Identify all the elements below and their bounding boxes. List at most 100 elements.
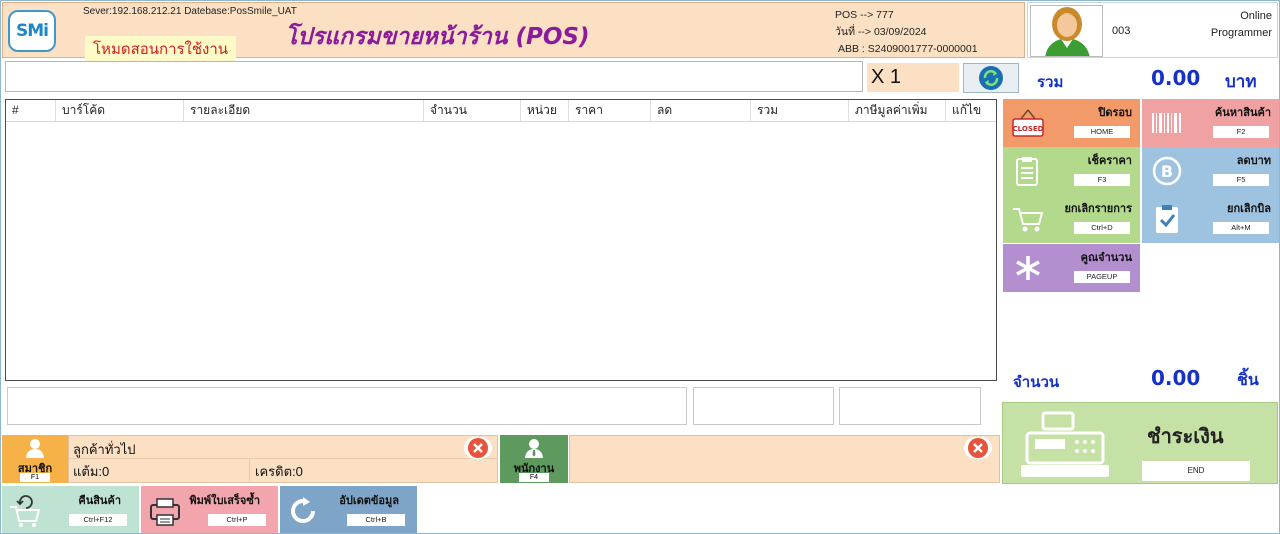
column-header: ลด	[651, 100, 751, 121]
app-title: โปรแกรมขายหน้าร้าน (POS)	[285, 24, 590, 50]
barcode-icon	[1152, 113, 1181, 133]
cash-register-icon	[1021, 411, 1109, 477]
baht-coin-icon: B	[1152, 156, 1182, 186]
reprint-receipt-button[interactable]: พิมพ์ใบเสร็จซ้ำ Ctrl+P	[141, 486, 278, 533]
staff-icon	[525, 439, 543, 458]
check-price-button[interactable]: เช็คราคา F3	[1003, 147, 1140, 195]
closed-sign-icon: CLOSED	[1012, 109, 1044, 137]
staff-panel	[569, 435, 1000, 483]
total-unit: บาท	[1225, 72, 1257, 92]
close-shift-key: HOME	[1074, 126, 1130, 138]
summary-fields	[5, 382, 997, 430]
item-count-label: จำนวน	[1013, 373, 1060, 391]
summary-field	[839, 387, 981, 425]
close-icon	[468, 438, 488, 458]
cancel-item-key: Ctrl+D	[1074, 222, 1130, 234]
abb-number: ABB : S2409001777-0000001	[838, 43, 978, 55]
sync-icon	[291, 497, 316, 524]
total-amount: 0.00	[1151, 66, 1201, 90]
item-count-unit: ชิ้น	[1237, 370, 1259, 389]
close-shift-button[interactable]: CLOSED ปิดรอบ HOME	[1003, 99, 1140, 147]
close-shift-label: ปิดรอบ	[1098, 107, 1132, 119]
svg-text:B: B	[1161, 162, 1173, 181]
total-label: รวม	[1037, 73, 1064, 91]
discount-baht-label: ลดบาท	[1236, 155, 1271, 167]
check-price-label: เช็คราคา	[1087, 155, 1132, 167]
pos-info: POS --> 777 วันที่ --> 03/09/2024 ABB : …	[835, 7, 978, 58]
training-mode-label: โหมดสอนการใช้งาน	[85, 36, 237, 62]
customer-panel: ลูกค้าทั่วไป แต้ม:0 เครดิต:0	[68, 435, 498, 483]
user-code: 003	[1112, 25, 1131, 37]
item-count-panel: จำนวน 0.00 ชิ้น	[1005, 361, 1278, 397]
refresh-button[interactable]	[963, 63, 1019, 93]
user-status: Online	[1240, 10, 1272, 22]
barcode-input[interactable]	[5, 61, 863, 92]
return-product-key: Ctrl+F12	[69, 514, 127, 526]
note-field[interactable]	[7, 387, 687, 425]
search-product-key: F2	[1213, 126, 1269, 138]
update-data-button[interactable]: อัปเดตข้อมูล Ctrl+B	[280, 486, 417, 533]
check-price-key: F3	[1074, 174, 1130, 186]
user-avatar	[1030, 5, 1103, 57]
search-product-label: ค้นหาสินค้า	[1214, 107, 1271, 119]
header-bar: SMi Sever:192.168.212.21 Datebase:PosSmi…	[2, 2, 1025, 62]
discount-baht-key: F5	[1213, 174, 1269, 186]
discount-baht-button[interactable]: B ลดบาท F5	[1142, 147, 1279, 195]
cancel-bill-button[interactable]: ยกเลิกบิล Alt+M	[1142, 195, 1279, 243]
pos-number: POS --> 777	[835, 9, 894, 21]
customer-name: ลูกค้าทั่วไป	[73, 442, 136, 457]
column-header: แก้ไข	[952, 103, 982, 117]
column-header: รวม	[751, 100, 849, 121]
server-info: Sever:192.168.212.21 Datebase:PosSmile_U…	[83, 6, 297, 17]
reprint-receipt-key: Ctrl+P	[208, 514, 266, 526]
items-table[interactable]: # บาร์โค้ด รายละเอียด จำนวน หน่วย ราคา ล…	[5, 99, 997, 381]
smi-logo: SMi	[8, 10, 56, 52]
cancel-bill-key: Alt+M	[1213, 222, 1269, 234]
cancel-bill-label: ยกเลิกบิล	[1227, 203, 1271, 215]
refresh-icon	[979, 66, 1003, 90]
multiply-quantity-key: PAGEUP	[1074, 271, 1130, 283]
multiply-quantity-label: คูณจำนวน	[1080, 252, 1132, 264]
user-panel: 003 Online Programmer	[1027, 2, 1278, 58]
customer-credit: เครดิต:0	[255, 464, 303, 479]
member-icon	[26, 439, 44, 458]
checklist-icon	[1156, 205, 1178, 233]
cancel-item-button[interactable]: ยกเลิกรายการ Ctrl+D	[1003, 195, 1140, 243]
column-header: รายละเอียด	[184, 100, 424, 121]
close-icon	[968, 438, 988, 458]
user-avatar-icon	[1045, 7, 1090, 56]
search-product-button[interactable]: ค้นหาสินค้า F2	[1142, 99, 1279, 147]
closed-sign-text: CLOSED	[1013, 125, 1044, 133]
member-button[interactable]: สมาชิก F1	[2, 435, 68, 483]
clear-customer-button[interactable]	[464, 437, 492, 459]
reprint-receipt-label: พิมพ์ใบเสร็จซ้ำ	[189, 495, 260, 507]
column-header: ราคา	[569, 100, 651, 121]
payment-label: ชำระเงิน	[1147, 424, 1224, 448]
clear-staff-button[interactable]	[964, 437, 992, 459]
asterisk-icon	[1016, 256, 1040, 280]
customer-points: แต้ม:0	[73, 464, 110, 479]
user-role: Programmer	[1210, 27, 1272, 39]
printer-icon	[150, 498, 180, 526]
column-header: หน่วย	[521, 100, 569, 121]
total-panel: รวม 0.00 บาท	[1027, 61, 1278, 97]
payment-button[interactable]: ชำระเงิน END	[1002, 402, 1278, 484]
staff-button[interactable]: พนักงาน F4	[500, 435, 568, 483]
column-header: #	[6, 100, 56, 121]
quantity-multiplier: X 1	[867, 63, 959, 92]
multiply-quantity-button[interactable]: คูณจำนวน PAGEUP	[1003, 244, 1140, 292]
pos-date: วันที่ --> 03/09/2024	[835, 26, 927, 38]
summary-field	[693, 387, 834, 425]
column-header: จำนวน	[424, 100, 521, 121]
cancel-item-label: ยกเลิกรายการ	[1064, 203, 1132, 215]
update-data-key: Ctrl+B	[347, 514, 405, 526]
pos-window: SMi Sever:192.168.212.21 Datebase:PosSmi…	[0, 0, 1280, 534]
column-header: บาร์โค้ด	[56, 100, 184, 121]
return-product-label: คืนสินค้า	[78, 495, 121, 507]
divider	[249, 459, 250, 481]
cart-icon	[1013, 208, 1044, 232]
staff-key: F4	[519, 473, 549, 482]
clipboard-icon	[1016, 157, 1038, 186]
return-product-button[interactable]: คืนสินค้า Ctrl+F12	[2, 486, 139, 533]
item-count-value: 0.00	[1151, 366, 1201, 390]
